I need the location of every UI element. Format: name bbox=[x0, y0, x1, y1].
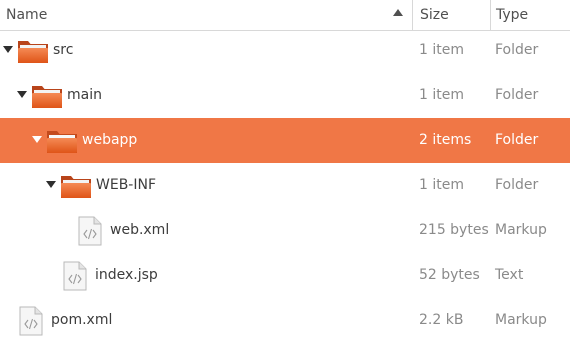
column-header-name[interactable]: Name bbox=[0, 0, 412, 30]
sort-ascending-icon[interactable] bbox=[393, 9, 403, 16]
tree-row-webapp[interactable]: webapp 2 items Folder bbox=[0, 118, 570, 163]
expander-expanded-icon[interactable] bbox=[17, 91, 27, 98]
expander-expanded-icon[interactable] bbox=[32, 136, 42, 143]
tree-row-index-jsp[interactable]: index.jsp 52 bytes Text bbox=[0, 253, 570, 298]
row-size: 1 item bbox=[419, 42, 464, 58]
tree-row-web-xml[interactable]: web.xml 215 bytes Markup bbox=[0, 208, 570, 253]
column-header-name-label: Name bbox=[6, 7, 48, 23]
row-type: Folder bbox=[495, 42, 539, 58]
expander-expanded-icon[interactable] bbox=[46, 181, 56, 188]
row-size: 215 bytes bbox=[419, 222, 489, 238]
folder-icon bbox=[47, 131, 77, 153]
column-header-bar: Name Size Type bbox=[0, 0, 570, 31]
row-name: main bbox=[67, 87, 102, 103]
column-header-type[interactable]: Type bbox=[490, 0, 570, 30]
row-type: Text bbox=[495, 267, 524, 283]
row-type: Folder bbox=[495, 132, 539, 148]
code-file-icon bbox=[63, 261, 87, 291]
tree-row-web-inf[interactable]: WEB-INF 1 item Folder bbox=[0, 163, 570, 208]
row-name: WEB-INF bbox=[96, 177, 156, 193]
row-size: 1 item bbox=[419, 177, 464, 193]
row-name: pom.xml bbox=[51, 312, 113, 328]
row-type: Markup bbox=[495, 312, 547, 328]
markup-file-icon bbox=[78, 216, 102, 246]
row-type: Folder bbox=[495, 87, 539, 103]
folder-icon bbox=[32, 86, 62, 108]
markup-file-icon bbox=[19, 306, 43, 336]
tree-row-main[interactable]: main 1 item Folder bbox=[0, 73, 570, 118]
tree-row-src[interactable]: src 1 item Folder bbox=[0, 28, 570, 73]
column-header-size-label: Size bbox=[420, 7, 449, 23]
expander-expanded-icon[interactable] bbox=[3, 46, 13, 53]
row-size: 1 item bbox=[419, 87, 464, 103]
row-name: src bbox=[53, 42, 74, 58]
tree-row-pom-xml[interactable]: pom.xml 2.2 kB Markup bbox=[0, 298, 570, 343]
row-size: 52 bytes bbox=[419, 267, 480, 283]
row-size: 2 items bbox=[419, 132, 472, 148]
folder-icon bbox=[18, 41, 48, 63]
row-type: Markup bbox=[495, 222, 547, 238]
row-size: 2.2 kB bbox=[419, 312, 464, 328]
row-name: webapp bbox=[82, 132, 138, 148]
folder-icon bbox=[61, 176, 91, 198]
row-type: Folder bbox=[495, 177, 539, 193]
row-name: index.jsp bbox=[95, 267, 158, 283]
column-header-type-label: Type bbox=[496, 7, 529, 23]
column-header-size[interactable]: Size bbox=[412, 0, 490, 30]
row-name: web.xml bbox=[110, 222, 170, 238]
